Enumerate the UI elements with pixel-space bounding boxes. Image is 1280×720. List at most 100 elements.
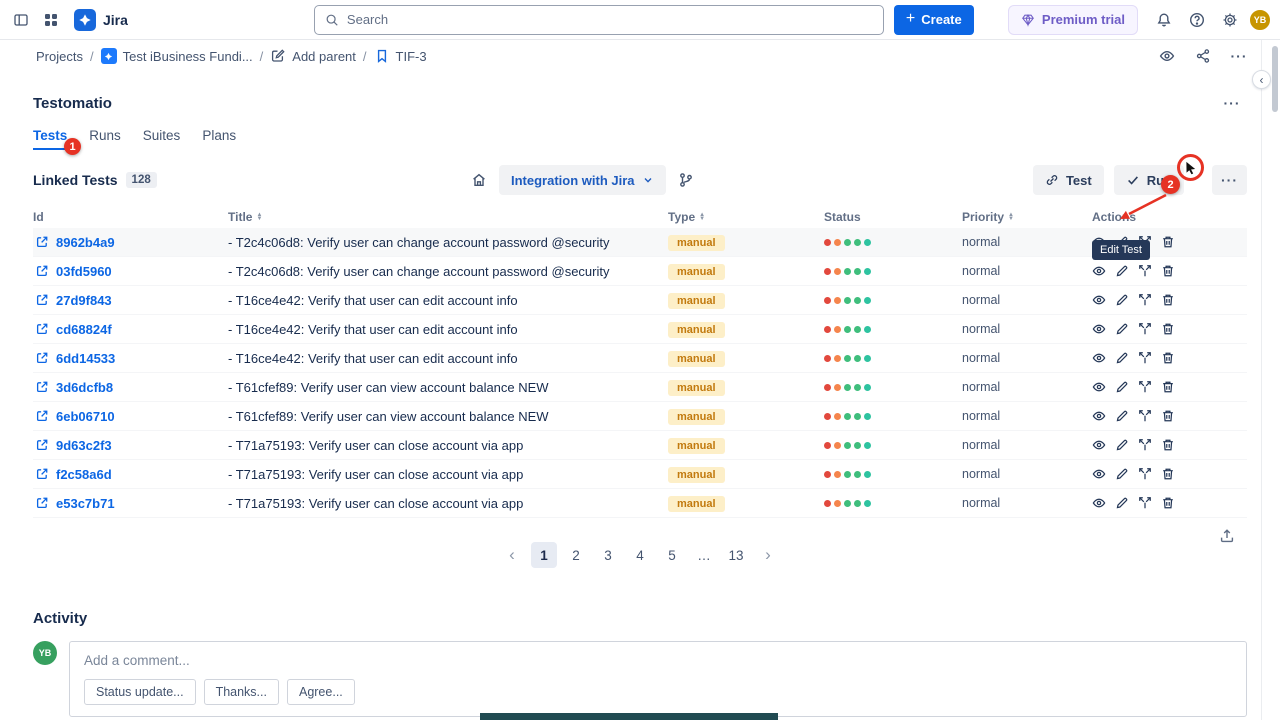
table-row[interactable]: 03fd5960 - T2c4c06d8: Verify user can ch…	[33, 257, 1247, 286]
table-row[interactable]: 27d9f843 - T16ce4e42: Verify that user c…	[33, 286, 1247, 315]
unlink-test-icon[interactable]	[1138, 438, 1152, 452]
tab-runs[interactable]: Runs	[89, 128, 121, 150]
edit-test-icon[interactable]	[1115, 264, 1129, 278]
notifications-bell-icon[interactable]	[1149, 5, 1179, 35]
tab-plans[interactable]: Plans	[202, 128, 236, 150]
table-row[interactable]: 6eb06710 - T61cfef89: Verify user can vi…	[33, 402, 1247, 431]
branch-icon[interactable]	[678, 172, 694, 188]
view-test-icon[interactable]	[1092, 322, 1106, 336]
pagination-prev[interactable]: ‹	[499, 542, 525, 568]
unlink-test-icon[interactable]	[1138, 351, 1152, 365]
quick-reply-3[interactable]: Agree...	[287, 679, 355, 705]
delete-test-icon[interactable]	[1161, 409, 1175, 423]
test-id-link[interactable]: cd68824f	[56, 322, 112, 337]
unlink-test-icon[interactable]	[1138, 264, 1152, 278]
pagination-page-3[interactable]: 3	[595, 542, 621, 568]
delete-test-icon[interactable]	[1161, 467, 1175, 481]
export-icon[interactable]	[1219, 528, 1235, 544]
user-avatar[interactable]: YB	[1248, 8, 1272, 32]
delete-test-icon[interactable]	[1161, 264, 1175, 278]
test-id-link[interactable]: 8962b4a9	[56, 235, 115, 250]
quick-reply-2[interactable]: Thanks...	[204, 679, 279, 705]
view-test-icon[interactable]	[1092, 409, 1106, 423]
pagination-next[interactable]: ›	[755, 542, 781, 568]
edit-test-icon[interactable]	[1115, 322, 1129, 336]
collapse-panel-button[interactable]: ‹	[1252, 70, 1271, 89]
table-row[interactable]: e53c7b71 - T71a75193: Verify user can cl…	[33, 489, 1247, 518]
test-button[interactable]: Test	[1033, 165, 1104, 195]
premium-trial-button[interactable]: Premium trial	[1008, 5, 1138, 35]
pagination-page-4[interactable]: 4	[627, 542, 653, 568]
project-home-icon[interactable]	[471, 172, 487, 188]
unlink-test-icon[interactable]	[1138, 496, 1152, 510]
unlink-test-icon[interactable]	[1138, 293, 1152, 307]
tab-tests[interactable]: Tests	[33, 128, 67, 150]
delete-test-icon[interactable]	[1161, 380, 1175, 394]
test-id-link[interactable]: 6eb06710	[56, 409, 115, 424]
table-row[interactable]: 8962b4a9 - T2c4c06d8: Verify user can ch…	[33, 228, 1247, 257]
pagination-page-5[interactable]: 5	[659, 542, 685, 568]
view-test-icon[interactable]	[1092, 438, 1106, 452]
integration-dropdown[interactable]: Integration with Jira	[499, 165, 666, 195]
test-id-link[interactable]: 9d63c2f3	[56, 438, 112, 453]
table-row[interactable]: f2c58a6d - T71a75193: Verify user can cl…	[33, 460, 1247, 489]
breadcrumb-issue-key[interactable]: TIF-3	[374, 48, 427, 64]
view-test-icon[interactable]	[1092, 380, 1106, 394]
sidebar-toggle-icon[interactable]	[6, 5, 36, 35]
sort-icon[interactable]: ▲▼	[699, 213, 705, 221]
table-more-button[interactable]: ···	[1212, 165, 1247, 195]
table-row[interactable]: 6dd14533 - T16ce4e42: Verify that user c…	[33, 344, 1247, 373]
test-id-link[interactable]: e53c7b71	[56, 496, 115, 511]
table-row[interactable]: cd68824f - T16ce4e42: Verify that user c…	[33, 315, 1247, 344]
breadcrumb-projects[interactable]: Projects	[36, 49, 83, 64]
delete-test-icon[interactable]	[1161, 438, 1175, 452]
edit-test-icon[interactable]	[1115, 409, 1129, 423]
table-row[interactable]: 9d63c2f3 - T71a75193: Verify user can cl…	[33, 431, 1247, 460]
app-switcher-icon[interactable]	[36, 5, 66, 35]
add-parent-link[interactable]: Add parent	[270, 48, 356, 64]
view-test-icon[interactable]	[1092, 467, 1106, 481]
view-test-icon[interactable]	[1092, 264, 1106, 278]
comment-placeholder[interactable]: Add a comment...	[84, 653, 1232, 668]
test-id-link[interactable]: f2c58a6d	[56, 467, 112, 482]
panel-more-icon[interactable]: ···	[1217, 88, 1247, 118]
help-icon[interactable]	[1182, 5, 1212, 35]
test-id-link[interactable]: 6dd14533	[56, 351, 115, 366]
sort-icon[interactable]: ▲▼	[256, 213, 262, 221]
delete-test-icon[interactable]	[1161, 235, 1175, 249]
pagination-page-2[interactable]: 2	[563, 542, 589, 568]
edit-test-icon[interactable]	[1115, 351, 1129, 365]
delete-test-icon[interactable]	[1161, 496, 1175, 510]
more-actions-icon[interactable]: ···	[1226, 43, 1252, 69]
edit-test-icon[interactable]	[1115, 380, 1129, 394]
sort-icon[interactable]: ▲▼	[1008, 213, 1014, 221]
edit-test-icon[interactable]	[1115, 438, 1129, 452]
pagination-page-13[interactable]: 13	[723, 542, 749, 568]
test-id-link[interactable]: 3d6dcfb8	[56, 380, 113, 395]
unlink-test-icon[interactable]	[1138, 467, 1152, 481]
global-search[interactable]	[314, 5, 884, 35]
breadcrumb-project[interactable]: Test iBusiness Fundi...	[101, 48, 253, 64]
scrollbar-thumb[interactable]	[1272, 46, 1278, 112]
unlink-test-icon[interactable]	[1138, 380, 1152, 394]
watch-eye-icon[interactable]	[1154, 43, 1180, 69]
table-row[interactable]: 3d6dcfb8 - T61cfef89: Verify user can vi…	[33, 373, 1247, 402]
quick-reply-1[interactable]: Status update...	[84, 679, 196, 705]
view-test-icon[interactable]	[1092, 293, 1106, 307]
pagination-page-1[interactable]: 1	[531, 542, 557, 568]
test-id-link[interactable]: 27d9f843	[56, 293, 112, 308]
test-id-link[interactable]: 03fd5960	[56, 264, 112, 279]
unlink-test-icon[interactable]	[1138, 409, 1152, 423]
edit-test-icon[interactable]	[1115, 496, 1129, 510]
view-test-icon[interactable]	[1092, 351, 1106, 365]
jira-home-link[interactable]: Jira	[66, 9, 136, 31]
delete-test-icon[interactable]	[1161, 322, 1175, 336]
delete-test-icon[interactable]	[1161, 351, 1175, 365]
view-test-icon[interactable]	[1092, 496, 1106, 510]
edit-test-icon[interactable]	[1115, 293, 1129, 307]
edit-test-icon[interactable]	[1115, 467, 1129, 481]
unlink-test-icon[interactable]	[1138, 322, 1152, 336]
settings-gear-icon[interactable]	[1215, 5, 1245, 35]
tab-suites[interactable]: Suites	[143, 128, 181, 150]
comment-box[interactable]: Add a comment... Status update... Thanks.…	[69, 641, 1247, 717]
